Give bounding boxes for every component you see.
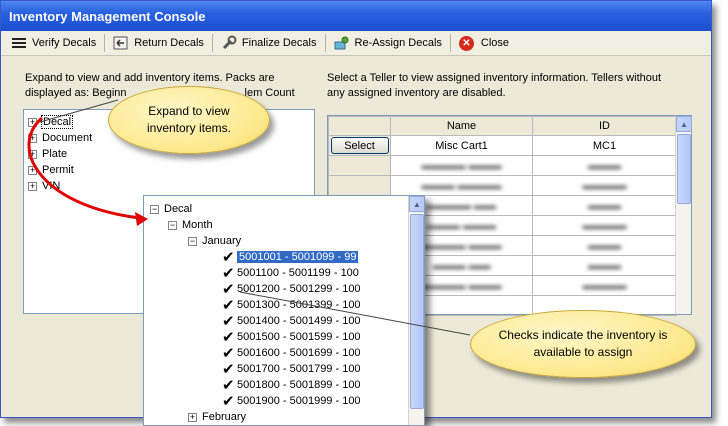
- range-label: 5001200 - 5001299 - 100: [237, 283, 361, 295]
- range-label: 5001001 - 5001099 - 99: [235, 250, 360, 264]
- zoom-range-item[interactable]: ✔ 5001400 - 5001499 - 100: [222, 313, 361, 330]
- zoom-month-label: February: [202, 411, 247, 423]
- range-label: 5001300 - 5001399 - 100: [237, 299, 361, 311]
- scroll-up-icon[interactable]: ▲: [409, 196, 424, 212]
- close-label: Close: [480, 37, 510, 49]
- tree-item-label: Plate: [42, 148, 68, 160]
- zoom-month-label: January: [202, 235, 242, 247]
- zoom-scrollbar[interactable]: ▲: [408, 196, 424, 425]
- zoom-tree-root[interactable]: − Decal: [150, 201, 192, 217]
- zoom-range-item[interactable]: ✔ 5001900 - 5001999 - 100: [222, 392, 361, 410]
- collapse-icon[interactable]: −: [188, 236, 197, 246]
- column-header-name[interactable]: Name: [390, 116, 533, 136]
- verify-decals-label: Verify Decals: [32, 37, 97, 49]
- finalize-decals-button[interactable]: Finalize Decals: [215, 33, 323, 54]
- right-description-line1: Select a Teller to view assigned invento…: [327, 72, 662, 84]
- expand-icon[interactable]: +: [28, 117, 37, 127]
- tree-item-label: VIN: [42, 180, 61, 192]
- range-label: 5001400 - 5001499 - 100: [237, 315, 361, 327]
- select-teller-button[interactable]: Select: [330, 137, 389, 154]
- tree-item-document[interactable]: + Document: [28, 130, 92, 146]
- close-button[interactable]: ✕ Close: [453, 33, 515, 54]
- range-label: 5001900 - 5001999 - 100: [237, 395, 361, 407]
- right-description: Select a Teller to view assigned invento…: [327, 71, 707, 101]
- expand-icon[interactable]: +: [28, 181, 37, 191]
- check-icon[interactable]: ✔: [222, 392, 235, 410]
- zoomed-tree-inset: − Decal − Month − January ✔ 5001001 - 500…: [143, 195, 425, 426]
- window-title: Inventory Management Console: [1, 1, 711, 31]
- expand-icon[interactable]: +: [188, 412, 197, 422]
- zoom-tree-month-february[interactable]: + February: [188, 409, 246, 425]
- scroll-up-icon[interactable]: ▲: [676, 116, 692, 132]
- collapse-icon[interactable]: −: [150, 204, 159, 214]
- reassign-decals-label: Re-Assign Decals: [354, 37, 442, 49]
- scrollbar-thumb[interactable]: [410, 214, 424, 409]
- range-label: 5001800 - 5001899 - 100: [237, 379, 361, 391]
- range-label: 5001700 - 5001799 - 100: [237, 363, 361, 375]
- zoom-tree-group[interactable]: − Month: [168, 217, 213, 233]
- zoom-root-label: Decal: [164, 203, 193, 215]
- close-icon: ✕: [458, 35, 474, 51]
- range-label: 5001500 - 5001599 - 100: [237, 331, 361, 343]
- return-decals-button[interactable]: Return Decals: [107, 33, 210, 54]
- scrollbar-thumb[interactable]: [677, 134, 691, 204]
- toolbar-separator: [211, 34, 213, 52]
- expand-icon[interactable]: +: [28, 133, 37, 143]
- zoom-range-item[interactable]: ✔ 5001100 - 5001199 - 100: [222, 265, 359, 282]
- return-decals-label: Return Decals: [134, 37, 204, 49]
- range-label: 5001100 - 5001199 - 100: [237, 267, 359, 279]
- zoom-group-label: Month: [182, 219, 213, 231]
- zoom-range-item[interactable]: ✔ 5001200 - 5001299 - 100: [222, 281, 361, 298]
- row-header-column: [328, 116, 391, 136]
- checks-callout-line1: Checks indicate the inventory is: [498, 328, 668, 342]
- toolbar: Verify Decals Return Decals Finalize Dec…: [1, 31, 711, 56]
- zoom-range-item[interactable]: ✔ 5001700 - 5001799 - 100: [222, 361, 361, 378]
- zoom-range-item[interactable]: ✔ 5001300 - 5001399 - 100: [222, 297, 361, 314]
- table-row: ▬▬▬ ▬▬▬▬ ▬▬▬▬: [328, 175, 677, 196]
- tree-item-label: Document: [42, 132, 93, 144]
- hamburger-icon: [11, 35, 27, 51]
- reassign-decals-button[interactable]: Re-Assign Decals: [328, 33, 448, 54]
- expand-callout-line1: Expand to view: [148, 104, 230, 118]
- zoom-range-item[interactable]: ✔ 5001500 - 5001599 - 100: [222, 329, 361, 346]
- column-header-id[interactable]: ID: [532, 116, 677, 136]
- checks-callout-line2: available to assign: [533, 345, 633, 359]
- range-label: 5001600 - 5001699 - 100: [237, 347, 361, 359]
- tree-item-vin[interactable]: + VIN: [28, 178, 60, 194]
- zoom-range-item[interactable]: ✔ 5001600 - 5001699 - 100: [222, 345, 361, 362]
- toolbar-separator: [324, 34, 326, 52]
- teller-name-cell[interactable]: Misc Cart1: [390, 135, 533, 156]
- expand-icon[interactable]: +: [28, 165, 37, 175]
- checks-callout: Checks indicate the inventory is availab…: [470, 310, 696, 378]
- right-description-line2: any assigned inventory are disabled.: [327, 87, 506, 99]
- collapse-icon[interactable]: −: [168, 220, 177, 230]
- tree-item-label: Decal: [40, 115, 74, 129]
- teller-id-cell[interactable]: MC1: [532, 135, 677, 156]
- left-description-line1: Expand to view and add inventory items. …: [25, 72, 275, 84]
- toolbar-separator: [449, 34, 451, 52]
- zoom-tree-month-january[interactable]: − January: [188, 233, 241, 249]
- expand-callout: Expand to view inventory items.: [108, 86, 270, 154]
- expand-icon[interactable]: +: [28, 149, 37, 159]
- zoom-range-item[interactable]: ✔ 5001800 - 5001899 - 100: [222, 377, 361, 394]
- left-description-line2-start: displayed as: Beginn: [25, 87, 127, 99]
- left-description-line2-end: lem Count: [244, 87, 295, 99]
- finalize-decals-label: Finalize Decals: [241, 37, 317, 49]
- tree-item-label: Permit: [42, 164, 74, 176]
- row-action-cell: Select: [328, 135, 391, 156]
- tree-item-permit[interactable]: + Permit: [28, 162, 74, 178]
- table-row: ▬▬▬▬ ▬▬▬ ▬▬▬: [328, 155, 677, 176]
- zoom-range-item[interactable]: ✔ 5001001 - 5001099 - 99: [222, 249, 360, 266]
- table-row: Select Misc Cart1 MC1: [328, 135, 677, 156]
- wrench-icon: [221, 35, 237, 51]
- reassign-icon: [334, 35, 350, 51]
- toolbar-separator: [104, 34, 106, 52]
- tree-item-plate[interactable]: + Plate: [28, 146, 67, 162]
- table-header-row: Name ID: [328, 116, 677, 136]
- return-icon: [113, 35, 129, 51]
- expand-callout-line2: inventory items.: [146, 121, 232, 135]
- verify-decals-button[interactable]: Verify Decals: [5, 33, 102, 54]
- tree-item-decal[interactable]: + Decal: [28, 114, 74, 130]
- grid-scrollbar[interactable]: ▲: [675, 116, 692, 314]
